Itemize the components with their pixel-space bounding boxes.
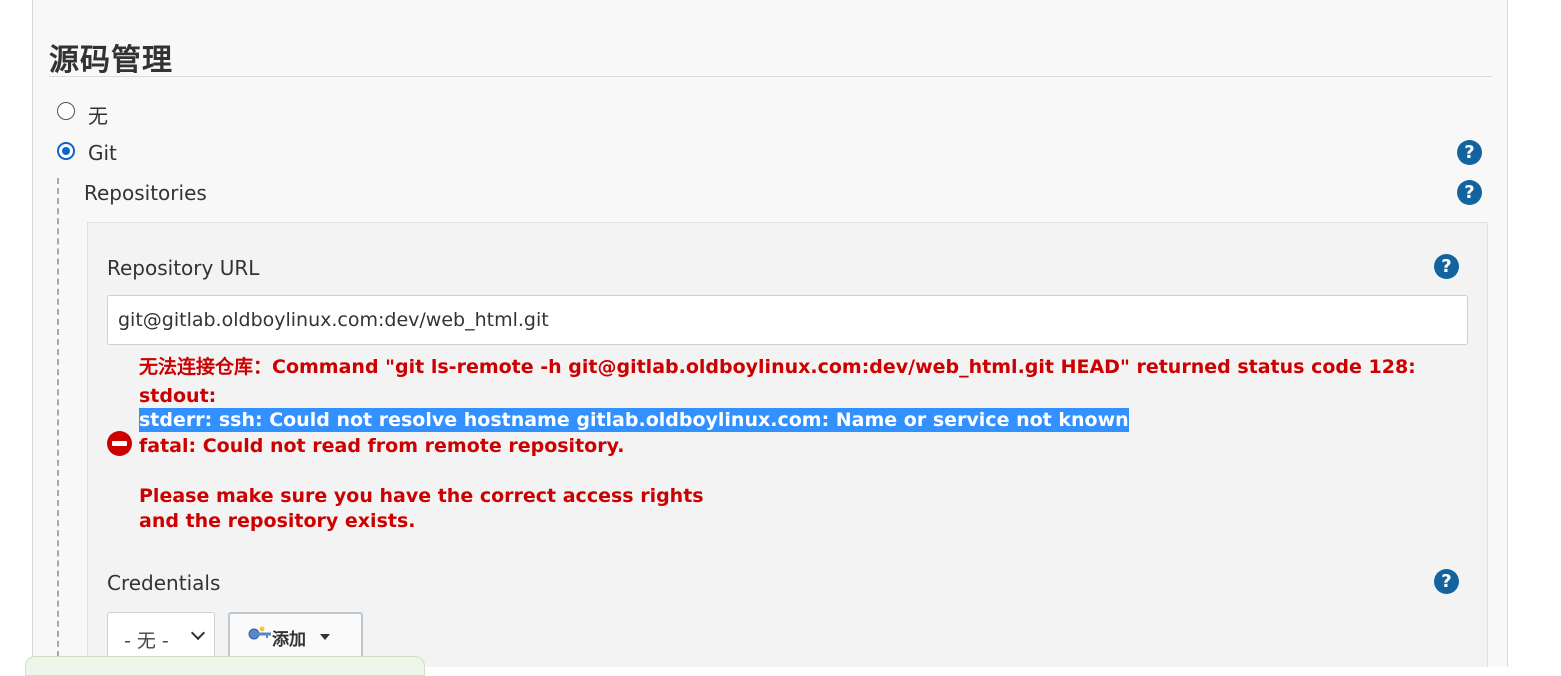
add-credentials-button[interactable]: 添加	[228, 612, 363, 660]
error-line-3: stderr: ssh: Could not resolve hostname …	[139, 408, 1129, 432]
error-line-5: Please make sure you have the correct ac…	[139, 485, 704, 507]
credentials-label: Credentials	[107, 571, 221, 595]
scm-none-label[interactable]: 无	[88, 100, 108, 129]
key-icon	[248, 626, 271, 640]
caret-down-icon	[320, 634, 330, 640]
error-line-1: 无法连接仓库：Command "git ls-remote -h git@git…	[139, 356, 1416, 378]
help-icon[interactable]: ?	[1434, 569, 1459, 594]
add-button-label: 添加	[272, 630, 306, 650]
help-icon[interactable]: ?	[1434, 254, 1459, 279]
help-icon[interactable]: ?	[1457, 180, 1482, 205]
error-line-4: fatal: Could not read from remote reposi…	[139, 435, 625, 457]
error-line-6: and the repository exists.	[139, 510, 416, 532]
scm-git-label[interactable]: Git	[88, 141, 117, 165]
scm-git-radio[interactable]	[57, 142, 75, 160]
section-title: 源码管理	[49, 43, 173, 78]
git-section-guide	[57, 178, 59, 667]
chevron-down-icon	[190, 625, 206, 641]
section-divider	[49, 76, 1492, 77]
error-line-2: stdout:	[139, 385, 217, 407]
help-icon[interactable]: ?	[1457, 140, 1482, 165]
scm-none-radio[interactable]	[57, 102, 75, 120]
credentials-select-value: - 无 -	[124, 630, 169, 652]
error-icon	[107, 431, 132, 456]
repository-url-input[interactable]	[107, 295, 1468, 345]
bottom-bar	[25, 656, 425, 676]
repositories-label: Repositories	[84, 181, 207, 205]
credentials-select[interactable]: - 无 -	[107, 612, 215, 662]
repository-url-label: Repository URL	[107, 256, 260, 280]
